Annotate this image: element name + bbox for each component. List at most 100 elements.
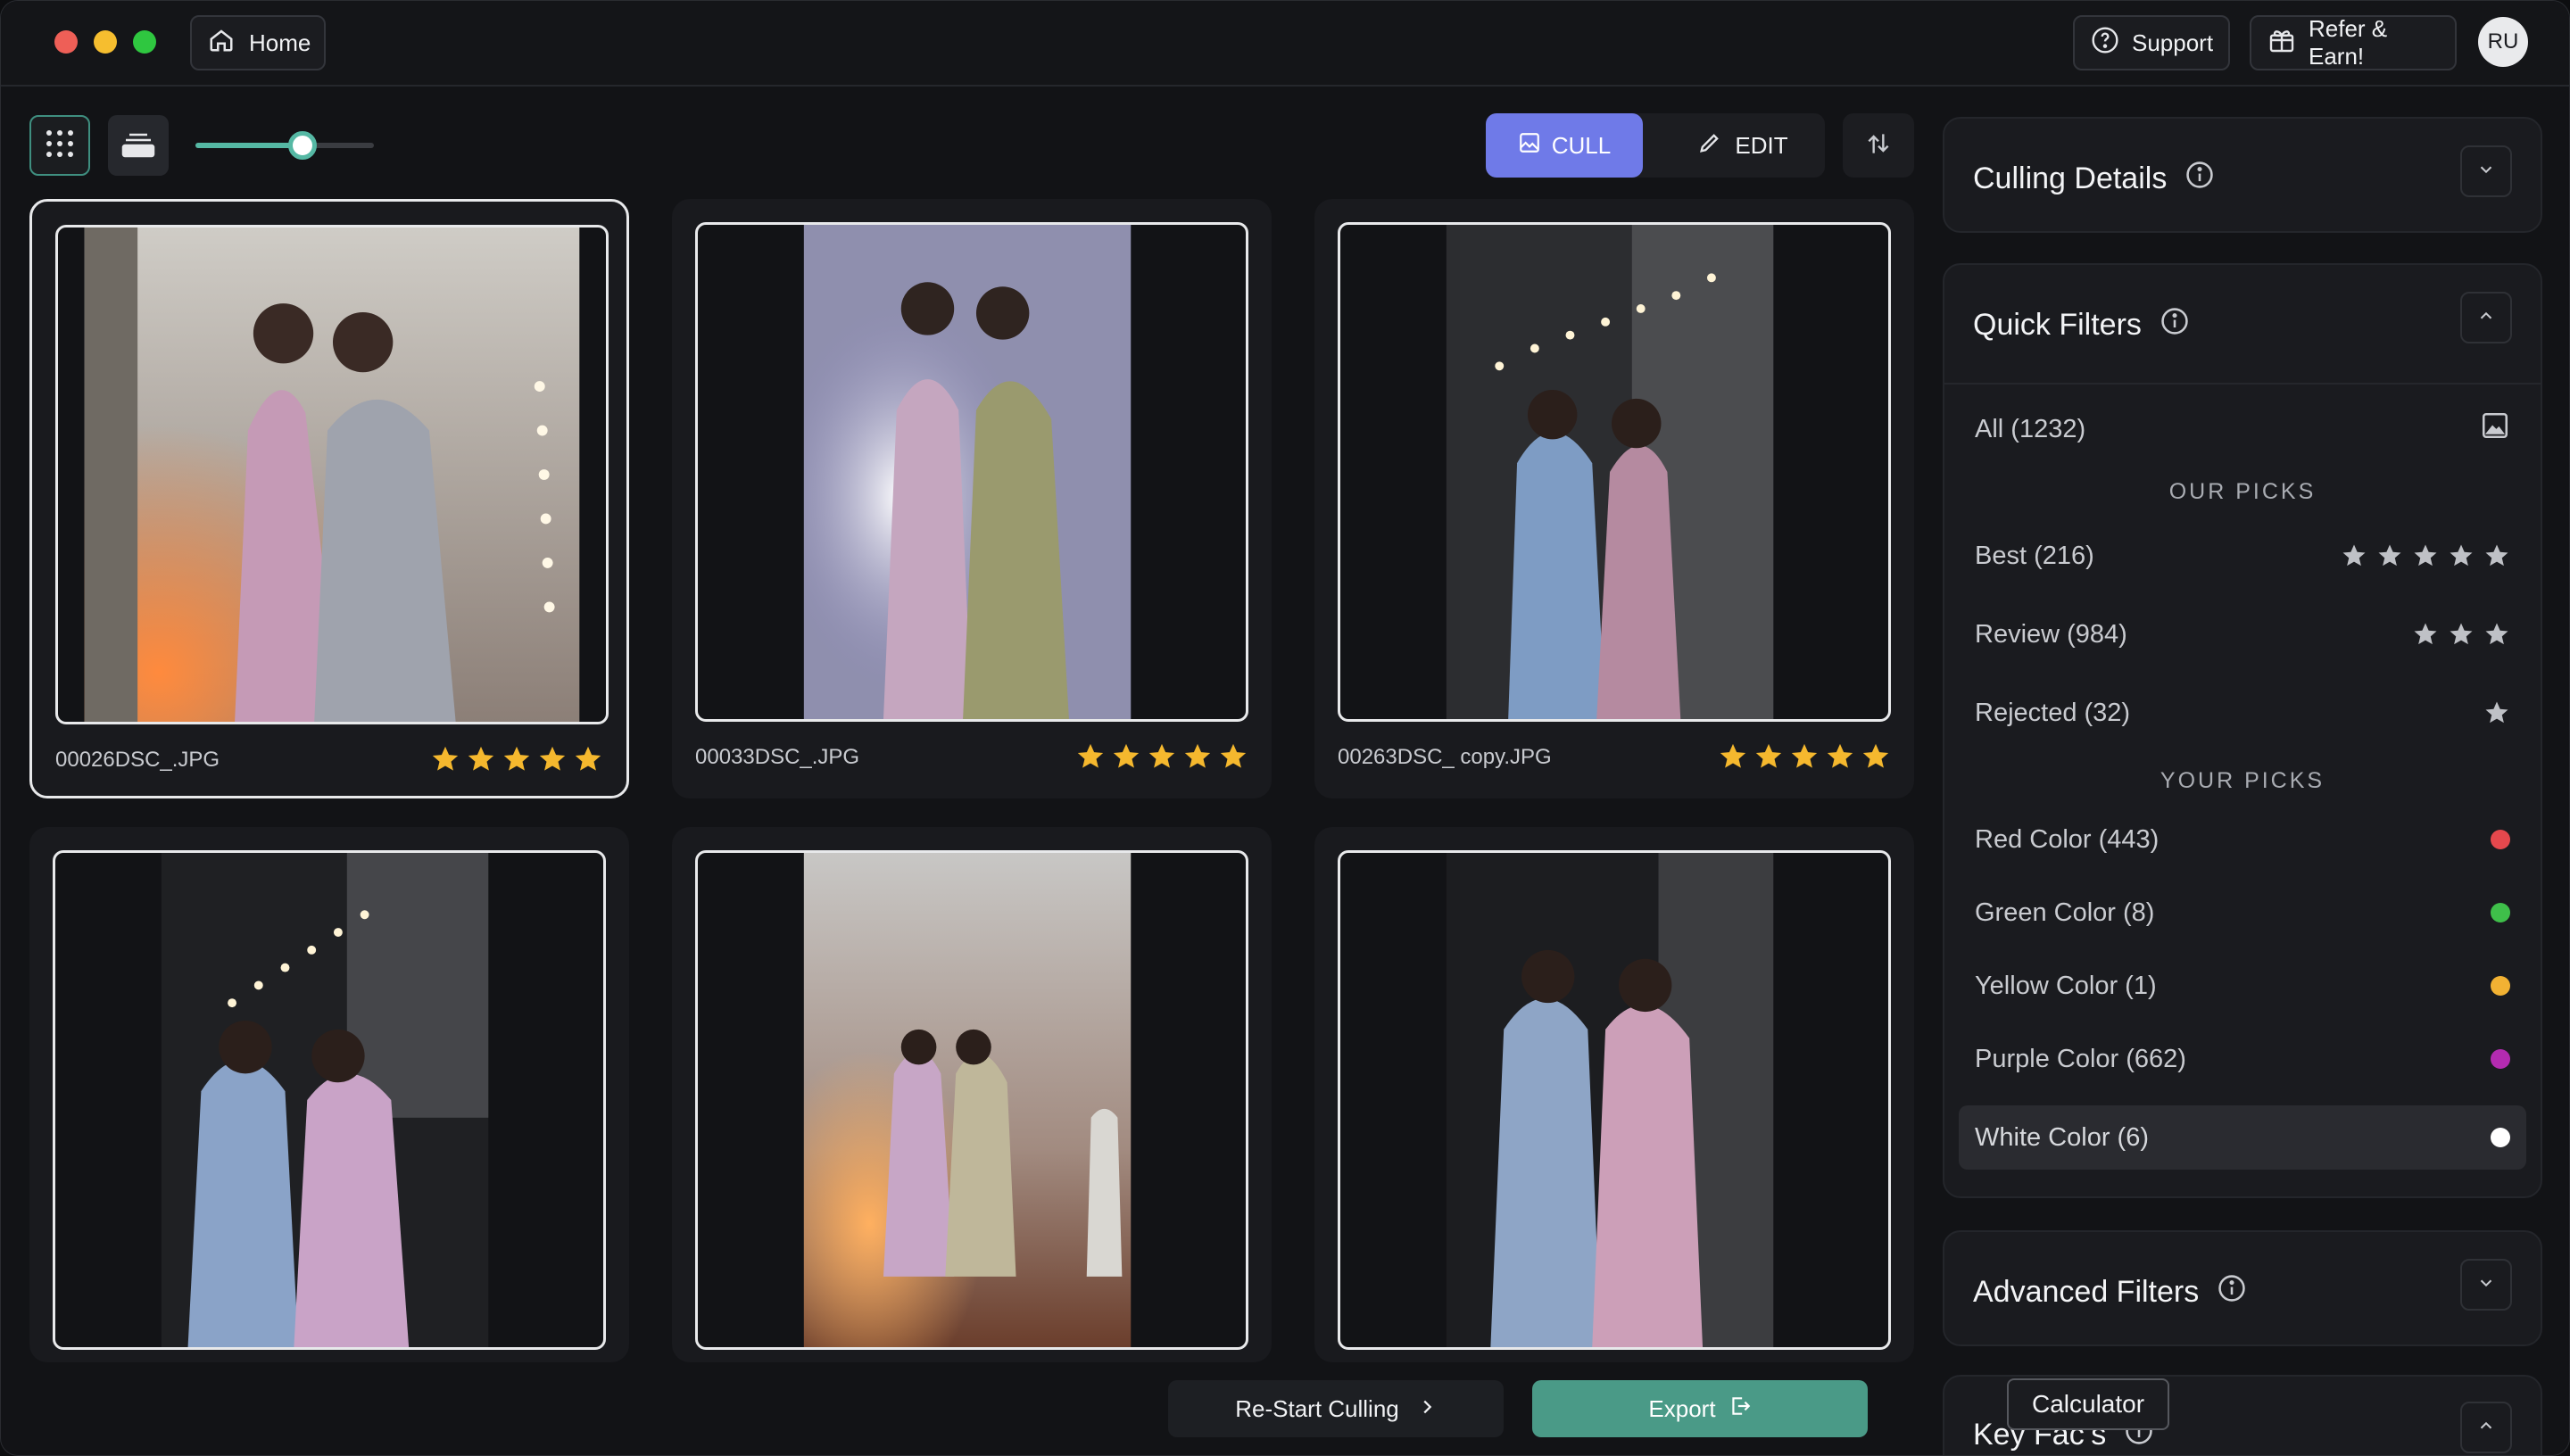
star-icon[interactable] xyxy=(1182,741,1213,772)
home-button[interactable]: Home xyxy=(190,15,326,70)
photo-rating xyxy=(1075,741,1248,772)
home-icon xyxy=(208,27,235,60)
photo-filename: 00263DSC_ copy.JPG xyxy=(1338,745,1552,769)
filter-best[interactable]: Best (216) xyxy=(1959,524,2526,588)
photo-card[interactable] xyxy=(672,827,1272,1362)
collapse-quick-filters-button[interactable] xyxy=(2460,292,2512,343)
sort-arrows-icon xyxy=(1864,129,1893,162)
star-icon[interactable] xyxy=(466,744,496,774)
filter-white-color[interactable]: White Color (6) xyxy=(1959,1105,2526,1170)
stack-view-button[interactable] xyxy=(108,115,169,176)
cull-mode-button[interactable]: CULL xyxy=(1486,113,1643,178)
one-star-rating xyxy=(2483,699,2510,726)
photo-filename: 00033DSC_.JPG xyxy=(695,745,860,769)
export-label: Export xyxy=(1648,1394,1716,1422)
filter-all-label: All (1232) xyxy=(1975,414,2086,443)
star-icon[interactable] xyxy=(1075,741,1106,772)
photo-image xyxy=(161,853,489,1347)
filter-review[interactable]: Review (984) xyxy=(1959,602,2526,666)
star-icon[interactable] xyxy=(1147,741,1177,772)
filter-all[interactable]: All (1232) xyxy=(1959,397,2526,461)
star-icon[interactable] xyxy=(1753,741,1784,772)
culling-details-title: Culling Details xyxy=(1973,161,2168,195)
minimize-window-button[interactable] xyxy=(94,30,117,54)
star-icon[interactable] xyxy=(430,744,460,774)
photo-card[interactable] xyxy=(29,827,629,1362)
star-icon[interactable] xyxy=(1825,741,1855,772)
photo-thumbnail[interactable] xyxy=(1338,850,1891,1350)
star-icon xyxy=(2414,623,2437,645)
photo-rating xyxy=(1718,741,1891,772)
maximize-window-button[interactable] xyxy=(133,30,156,54)
quick-filters-title: Quick Filters xyxy=(1973,308,2142,342)
filter-color-label: Green Color (8) xyxy=(1975,898,2155,927)
filter-rejected-label: Rejected (32) xyxy=(1975,698,2131,727)
star-icon xyxy=(2485,623,2508,645)
home-label: Home xyxy=(249,29,311,56)
photo-image xyxy=(803,225,1132,719)
info-icon[interactable] xyxy=(2217,1273,2247,1311)
grid-dots-icon xyxy=(42,126,78,166)
photo-thumbnail[interactable] xyxy=(695,850,1248,1350)
star-icon[interactable] xyxy=(502,744,532,774)
title-bar: Home Support Refer & Earn! RU xyxy=(1,1,2569,87)
photo-image xyxy=(1446,853,1774,1347)
expand-culling-details-button[interactable] xyxy=(2460,145,2512,197)
cull-label: CULL xyxy=(1551,131,1612,159)
filter-rejected[interactable]: Rejected (32) xyxy=(1959,681,2526,745)
photo-thumbnail[interactable] xyxy=(53,850,606,1350)
photo-card[interactable]: 00263DSC_ copy.JPG xyxy=(1314,199,1914,798)
star-icon[interactable] xyxy=(1111,741,1141,772)
refer-earn-button[interactable]: Refer & Earn! xyxy=(2250,15,2457,70)
export-button[interactable]: Export xyxy=(1532,1380,1868,1437)
filter-red-color[interactable]: Red Color (443) xyxy=(1959,807,2526,872)
star-icon xyxy=(2342,544,2366,567)
your-picks-heading: YOUR PICKS xyxy=(2160,768,2325,793)
sort-button[interactable] xyxy=(1843,113,1914,178)
star-icon[interactable] xyxy=(1218,741,1248,772)
collapse-key-faces-button[interactable] xyxy=(2460,1402,2512,1453)
close-window-button[interactable] xyxy=(54,30,78,54)
three-star-rating xyxy=(2412,621,2510,648)
photo-card[interactable]: 00026DSC_.JPG xyxy=(29,199,629,798)
avatar[interactable]: RU xyxy=(2478,17,2528,67)
star-icon[interactable] xyxy=(1718,741,1748,772)
star-icon[interactable] xyxy=(573,744,603,774)
photo-thumbnail[interactable] xyxy=(1338,222,1891,722)
filter-color-label: Purple Color (662) xyxy=(1975,1044,2186,1073)
info-icon[interactable] xyxy=(2184,160,2215,198)
edit-mode-button[interactable]: EDIT xyxy=(1661,113,1825,178)
photo-card[interactable] xyxy=(1314,827,1914,1362)
advanced-filters-header[interactable]: Advanced Filters xyxy=(1973,1273,2247,1311)
chevron-right-icon xyxy=(1417,1395,1437,1423)
restart-culling-button[interactable]: Re-Start Culling xyxy=(1168,1380,1504,1437)
photo-card[interactable]: 00033DSC_.JPG xyxy=(672,199,1272,798)
quick-filters-header[interactable]: Quick Filters xyxy=(1973,306,2190,344)
star-icon xyxy=(2450,544,2473,567)
pencil-icon xyxy=(1697,130,1722,161)
support-button[interactable]: Support xyxy=(2073,15,2230,70)
support-label: Support xyxy=(2132,29,2214,56)
tooltip: Calculator xyxy=(2007,1378,2170,1430)
photo-rating xyxy=(430,744,603,774)
photo-thumbnail[interactable] xyxy=(55,225,609,724)
edit-label: EDIT xyxy=(1735,131,1788,159)
star-icon[interactable] xyxy=(537,744,568,774)
red-dot-icon xyxy=(2491,830,2510,849)
zoom-slider-thumb[interactable] xyxy=(288,131,317,160)
grid-view-button[interactable] xyxy=(29,115,90,176)
star-icon[interactable] xyxy=(1789,741,1820,772)
zoom-slider[interactable] xyxy=(195,131,374,160)
filter-yellow-color[interactable]: Yellow Color (1) xyxy=(1959,954,2526,1018)
info-icon[interactable] xyxy=(2160,306,2190,344)
culling-details-header[interactable]: Culling Details xyxy=(1973,160,2215,198)
filter-purple-color[interactable]: Purple Color (662) xyxy=(1959,1027,2526,1091)
filter-green-color[interactable]: Green Color (8) xyxy=(1959,881,2526,945)
chevron-down-icon xyxy=(2476,160,2496,184)
star-icon[interactable] xyxy=(1861,741,1891,772)
photo-image xyxy=(84,228,580,722)
expand-advanced-filters-button[interactable] xyxy=(2460,1259,2512,1311)
photo-thumbnail[interactable] xyxy=(695,222,1248,722)
yellow-dot-icon xyxy=(2491,976,2510,996)
gift-icon xyxy=(2267,26,2296,61)
